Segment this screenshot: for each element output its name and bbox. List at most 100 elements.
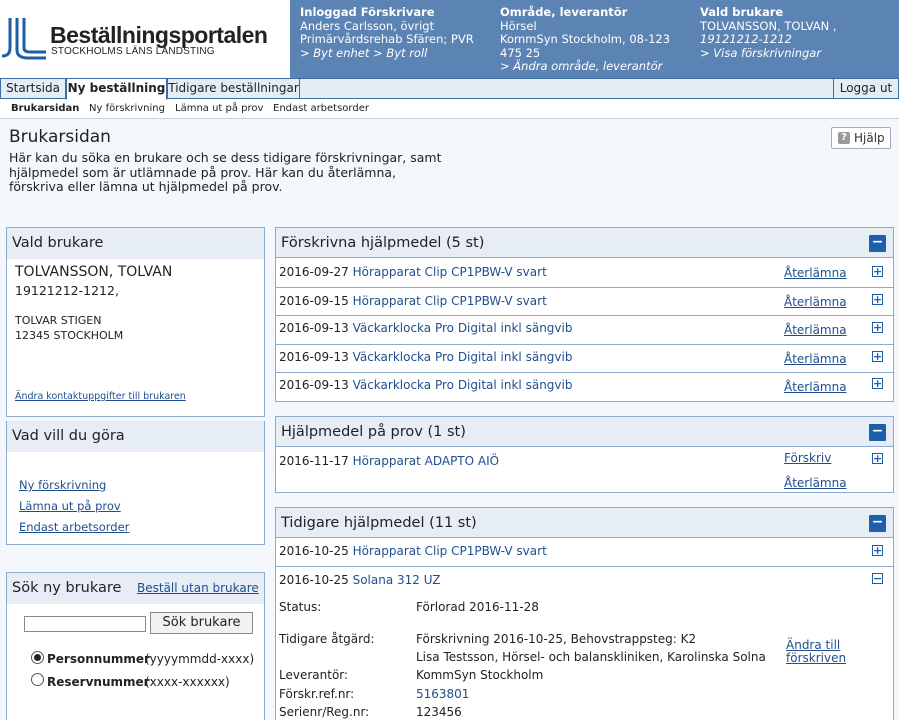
header-user-info: Inloggad Förskrivare Anders Carlsson, öv…	[300, 5, 474, 61]
collapse-minus-icon[interactable]: −	[872, 573, 883, 584]
main-nav: Startsida Ny beställning Tidigare bestäl…	[0, 78, 899, 100]
header-area-heading: Område, leverantör	[500, 5, 628, 19]
previous-action-value: Förskrivning 2016-10-25, Behovstrappsteg…	[416, 632, 697, 646]
change-unit-link[interactable]: > Byt enhet > Byt roll	[300, 46, 474, 61]
row-item-link[interactable]: Väckarklocka Pro Digital inkl sängvib	[353, 350, 573, 364]
serial-value: 123456	[416, 705, 462, 719]
collapse-prescribed-button[interactable]: −	[869, 235, 886, 252]
header: Beställningsportalen STOCKHOLMS LÄNS LAN…	[0, 0, 899, 78]
tab-ny-bestallning[interactable]: Ny beställning	[66, 78, 167, 100]
edit-contact-link[interactable]: Ändra kontaktuppgifter till brukaren	[15, 391, 186, 402]
return-link[interactable]: Återlämna	[784, 266, 847, 280]
action-arbetsorder[interactable]: Endast arbetsorder	[19, 520, 129, 534]
header-user-heading: Inloggad Förskrivare	[300, 5, 435, 19]
table-row: 2016-09-13 Väckarklocka Pro Digital inkl…	[276, 373, 893, 401]
row-item-link[interactable]: Väckarklocka Pro Digital inkl sängvib	[353, 321, 573, 335]
logo[interactable]: Beställningsportalen STOCKHOLMS LÄNS LAN…	[0, 0, 290, 78]
search-input[interactable]	[24, 616, 146, 632]
row-date: 2016-09-13	[279, 321, 349, 335]
header-selected-heading: Vald brukare	[700, 5, 784, 19]
subnav-lamna-ut[interactable]: Lämna ut på prov	[175, 103, 263, 114]
previous-title: Tidigare hjälpmedel (11 st)	[276, 508, 893, 538]
search-button[interactable]: Sök brukare	[150, 612, 253, 634]
expand-plus-icon[interactable]: +	[872, 453, 883, 464]
selected-user-panel: Vald brukare TOLVANSSON, TOLVAN 19121212…	[6, 227, 265, 417]
row-item-link[interactable]: Solana 312 UZ	[353, 573, 441, 587]
change-link-line2: förskriven	[786, 651, 847, 665]
row-date: 2016-09-13	[279, 350, 349, 364]
return-link[interactable]: Återlämna	[784, 352, 847, 366]
change-to-prescribed-link[interactable]: Ändra till förskriven	[786, 639, 846, 665]
row-date: 2016-10-25	[279, 573, 349, 587]
subnav-arbetsorder[interactable]: Endast arbetsorder	[273, 103, 369, 114]
subnav-brukarsidan[interactable]: Brukarsidan	[11, 103, 79, 114]
return-link[interactable]: Återlämna	[784, 380, 847, 394]
help-button[interactable]: ? Hjälp	[831, 127, 891, 149]
logo-subtitle: STOCKHOLMS LÄNS LANDSTING	[51, 46, 215, 57]
table-row: 2016-09-13 Väckarklocka Pro Digital inkl…	[276, 316, 893, 345]
header-selected-name: TOLVANSSON, TOLVAN ,	[700, 18, 837, 33]
previous-action-prescriber: Lisa Testsson, Hörsel- och balansklinike…	[416, 650, 766, 664]
collapse-previous-button[interactable]: −	[869, 515, 886, 532]
return-link[interactable]: Återlämna	[784, 295, 847, 309]
table-row: 2016-10-25 Hörapparat Clip CP1PBW-V svar…	[276, 539, 893, 567]
prescribed-panel: Förskrivna hjälpmedel (5 st) − 2016-09-2…	[275, 227, 894, 402]
radio-personnummer[interactable]	[31, 651, 44, 664]
row-item-link[interactable]: Hörapparat Clip CP1PBW-V svart	[353, 544, 547, 558]
row-item-link[interactable]: Väckarklocka Pro Digital inkl sängvib	[353, 378, 573, 392]
status-label: Status:	[279, 600, 322, 614]
order-without-user-link[interactable]: Beställ utan brukare	[137, 581, 259, 595]
table-row: 2016-09-13 Väckarklocka Pro Digital inkl…	[276, 345, 893, 373]
expand-plus-icon[interactable]: +	[872, 266, 883, 277]
actions-panel: Vad vill du göra Ny förskrivning Lämna u…	[6, 421, 265, 545]
row-item-link[interactable]: Hörapparat Clip CP1PBW-V svart	[353, 294, 547, 308]
collapse-trial-button[interactable]: −	[869, 424, 886, 441]
radio-personnummer-hint: (yyyymmdd-xxxx)	[145, 652, 255, 666]
expand-plus-icon[interactable]: +	[872, 378, 883, 389]
question-icon: ?	[838, 132, 850, 144]
radio-reservnummer-hint: (xxxx-xxxxxx)	[145, 675, 230, 689]
header-supplier-phone: 475 25	[500, 45, 541, 60]
header-selected-pnr: 19121212-1212	[700, 32, 792, 46]
return-link[interactable]: Återlämna	[784, 476, 847, 490]
actions-title: Vad vill du göra	[7, 421, 264, 452]
tab-startsida[interactable]: Startsida	[0, 78, 66, 99]
row-date: 2016-09-27	[279, 265, 349, 279]
supplier-label: Leverantör:	[279, 668, 349, 682]
page-title: Brukarsidan	[9, 127, 111, 147]
logout-button[interactable]: Logga ut	[833, 78, 899, 99]
subnav-ny-forskrivning[interactable]: Ny förskrivning	[89, 103, 165, 114]
action-lamna-ut[interactable]: Lämna ut på prov	[19, 499, 121, 513]
header-user-unit: Primärvårdsrehab Sfären; PVR	[300, 32, 474, 46]
selected-user-name: TOLVANSSON, TOLVAN	[15, 264, 173, 280]
expand-plus-icon[interactable]: +	[872, 322, 883, 333]
radio-reservnummer[interactable]	[31, 673, 44, 686]
expand-plus-icon[interactable]: +	[872, 294, 883, 305]
status-value: Förlorad 2016-11-28	[416, 600, 539, 614]
header-area-name: Hörsel	[500, 18, 537, 33]
logo-title: Beställningsportalen	[50, 22, 268, 48]
header-area-info: Område, leverantör Hörsel KommSyn Stockh…	[500, 5, 670, 74]
header-selected-user: Vald brukare TOLVANSSON, TOLVAN , 191212…	[700, 5, 837, 61]
logo-icon	[1, 18, 46, 60]
expand-plus-icon[interactable]: +	[872, 545, 883, 556]
return-link[interactable]: Återlämna	[784, 323, 847, 337]
header-info-bar: Inloggad Förskrivare Anders Carlsson, öv…	[290, 0, 899, 78]
row-item-link[interactable]: Hörapparat Clip CP1PBW-V svart	[353, 265, 547, 279]
ref-label: Förskr.ref.nr:	[279, 687, 355, 701]
expand-plus-icon[interactable]: +	[872, 351, 883, 362]
page-intro: Här kan du söka en brukare och se dess t…	[9, 150, 442, 194]
selected-user-title: Vald brukare	[7, 228, 264, 259]
tab-tidigare-bestallningar[interactable]: Tidigare beställningar	[167, 78, 300, 99]
trial-item-link[interactable]: Hörapparat ADAPTO AIÖ	[353, 454, 500, 468]
prescribe-link[interactable]: Förskriv	[784, 451, 831, 465]
row-date: 2016-09-15	[279, 294, 349, 308]
action-ny-forskrivning[interactable]: Ny förskrivning	[19, 478, 106, 492]
table-row: 2016-09-15 Hörapparat Clip CP1PBW-V svar…	[276, 288, 893, 316]
trial-title: Hjälpmedel på prov (1 st)	[276, 417, 893, 447]
ref-value-link[interactable]: 5163801	[416, 687, 469, 701]
change-area-link[interactable]: > Ändra område, leverantör	[500, 59, 670, 74]
table-row: 2016-09-27 Hörapparat Clip CP1PBW-V svar…	[276, 259, 893, 288]
selected-user-street: TOLVAR STIGEN	[15, 314, 102, 327]
show-prescriptions-link[interactable]: > Visa förskrivningar	[700, 46, 837, 61]
